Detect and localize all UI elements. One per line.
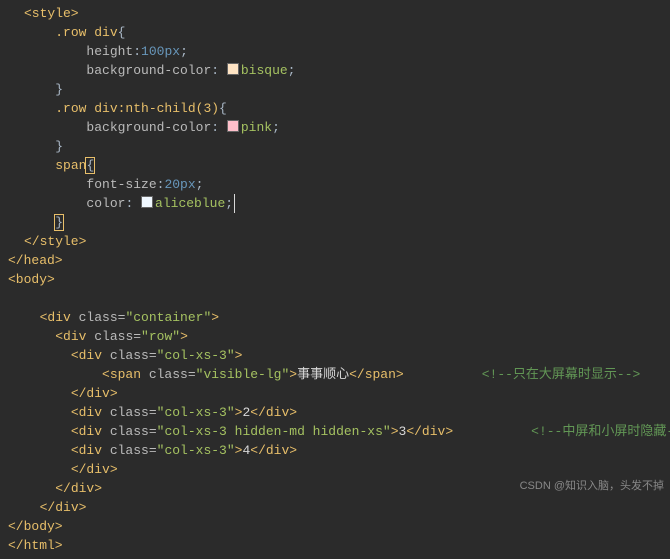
value-token: 20px xyxy=(164,177,195,192)
code-editor[interactable]: <style> .row div{ height:100px; backgrou… xyxy=(0,0,670,559)
code-line: </body> xyxy=(8,517,670,536)
code-line: span{ xyxy=(24,156,670,175)
code-line: <div class="row"> xyxy=(24,327,670,346)
prop-token: background-color xyxy=(86,63,211,78)
code-line: color: aliceblue; xyxy=(24,194,670,213)
text-cursor xyxy=(234,194,243,213)
color-swatch-icon xyxy=(227,120,239,132)
tag-token: </head> xyxy=(8,253,63,268)
code-line: <div class="container"> xyxy=(24,308,670,327)
comment-token: <!--只在大屏幕时显示--> xyxy=(482,367,641,382)
tag-token: </body> xyxy=(8,519,63,534)
comment-token: <!--中屏和小屏时隐藏--> xyxy=(531,424,670,439)
code-line: <span class="visible-lg">事事顺心</span> <!-… xyxy=(24,365,670,384)
prop-token: height xyxy=(86,44,133,59)
prop-token: font-size xyxy=(86,177,156,192)
tag-token: </html> xyxy=(8,538,63,553)
tag-token: <body> xyxy=(8,272,55,287)
value-token: bisque xyxy=(241,63,288,78)
code-line: </div> xyxy=(24,498,670,517)
watermark-text: CSDN @知识入脑，头发不掉 xyxy=(520,477,664,496)
code-line: } xyxy=(24,213,670,232)
code-line: </html> xyxy=(8,536,670,555)
color-swatch-icon xyxy=(141,196,153,208)
code-line xyxy=(24,289,670,308)
code-line: height:100px; xyxy=(24,42,670,61)
tag-token: <style> xyxy=(24,6,79,21)
code-line: <div class="col-xs-3 hidden-md hidden-xs… xyxy=(24,422,670,441)
code-line: background-color: pink; xyxy=(24,118,670,137)
code-line: <div class="col-xs-3">2</div> xyxy=(24,403,670,422)
value-token: 100px xyxy=(141,44,180,59)
matched-brace: { xyxy=(86,158,94,173)
code-line: <style> xyxy=(24,4,670,23)
code-line: font-size:20px; xyxy=(24,175,670,194)
value-token: aliceblue xyxy=(155,196,225,211)
code-line: } xyxy=(24,137,670,156)
text-content: 事事顺心 xyxy=(297,367,349,382)
value-token: pink xyxy=(241,120,272,135)
matched-brace: } xyxy=(55,215,63,230)
code-line: </head> xyxy=(8,251,670,270)
code-line: <body> xyxy=(8,270,670,289)
prop-token: background-color xyxy=(86,120,211,135)
code-line: </style> xyxy=(24,232,670,251)
tag-token: </style> xyxy=(24,234,86,249)
code-line: <div class="col-xs-3"> xyxy=(24,346,670,365)
code-line: } xyxy=(24,80,670,99)
selector-token: .row div xyxy=(55,25,117,40)
selector-token: span xyxy=(55,158,86,173)
selector-token: .row div:nth-child(3) xyxy=(55,101,219,116)
code-line: </div> xyxy=(24,384,670,403)
code-line: .row div:nth-child(3){ xyxy=(24,99,670,118)
code-line: .row div{ xyxy=(24,23,670,42)
code-line: background-color: bisque; xyxy=(24,61,670,80)
prop-token: color xyxy=(86,196,125,211)
color-swatch-icon xyxy=(227,63,239,75)
code-line: <div class="col-xs-3">4</div> xyxy=(24,441,670,460)
